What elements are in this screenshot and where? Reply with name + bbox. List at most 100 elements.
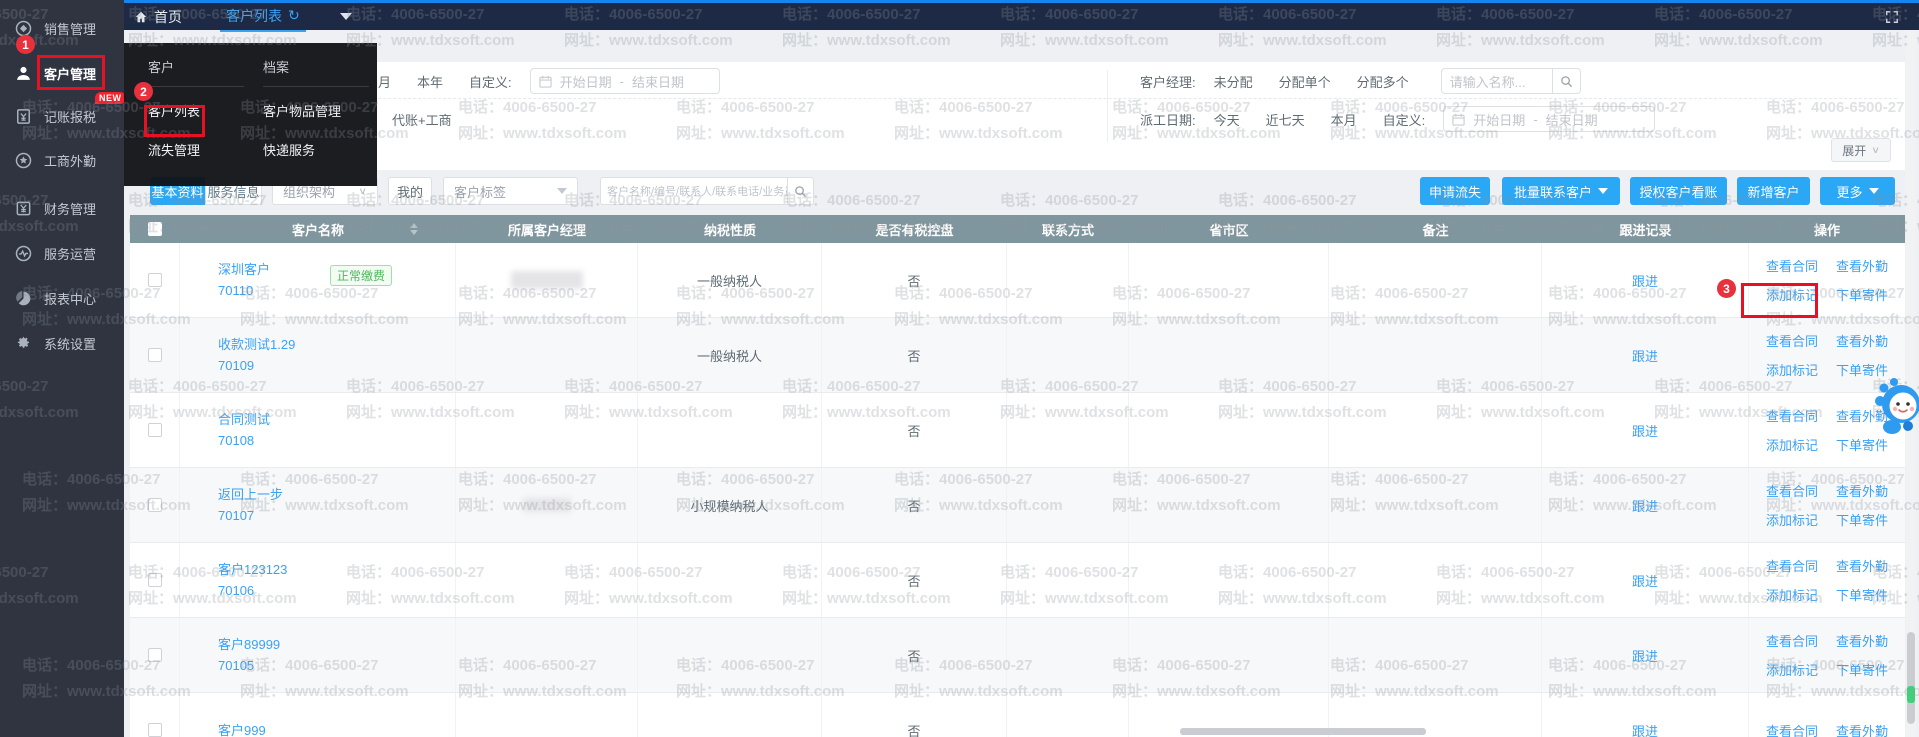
follow-up-link[interactable]: 跟进 [1632,346,1658,365]
follow-up-link[interactable]: 跟进 [1632,271,1658,290]
follow-up-link[interactable]: 跟进 [1632,721,1658,737]
row-checkbox[interactable] [148,348,162,362]
tax-disk-cell: 否 [822,543,1007,617]
contract-date-range-input[interactable]: 开始日期 - 结束日期 [530,68,720,94]
action-link-查看合同[interactable]: 查看合同 [1766,256,1818,275]
manager-opt-multi[interactable]: 分配多个 [1357,72,1409,91]
customer-name-link[interactable]: 收款测试1.29 [218,334,295,355]
action-link-下单寄件[interactable]: 下单寄件 [1836,585,1888,604]
customer-search-input[interactable]: 客户名称/编号/联系人/联系电话/业务员 [600,177,788,205]
action-link-查看合同[interactable]: 查看合同 [1766,481,1818,500]
action-link-下单寄件[interactable]: 下单寄件 [1836,285,1888,304]
action-link-添加标记[interactable]: 添加标记 [1766,585,1818,604]
action-link-添加标记[interactable]: 添加标记 [1766,285,1818,304]
calendar-icon [1452,113,1465,126]
add-customer-button[interactable]: 新增客户 [1737,177,1810,205]
sidebar-item-4[interactable]: 工商外勤 [0,144,124,176]
assistant-mascot-icon[interactable] [1874,374,1919,436]
manager-name-input[interactable]: 请输入名称... [1441,68,1553,94]
customer-name-link[interactable]: 合同测试 [218,409,270,430]
authorize-view-button[interactable]: 授权客户看账 [1630,177,1727,205]
manager-search-button[interactable] [1553,68,1581,94]
tab-customer-list[interactable]: 客户列表 ↻ [220,6,306,28]
action-link-查看外勤[interactable]: 查看外勤 [1836,481,1888,500]
action-link-查看合同[interactable]: 查看合同 [1766,556,1818,575]
action-link-下单寄件[interactable]: 下单寄件 [1836,660,1888,679]
filter-this-year[interactable]: 本年 [417,72,443,91]
sidebar-item-5[interactable]: 财务管理 [0,192,124,224]
action-link-下单寄件[interactable]: 下单寄件 [1836,435,1888,454]
manager-opt-unassigned[interactable]: 未分配 [1214,72,1253,91]
nav-home[interactable]: 首页 [134,7,182,27]
manager-opt-single[interactable]: 分配单个 [1279,72,1331,91]
row-checkbox[interactable] [148,723,162,737]
sidebar-item-2[interactable]: 客户管理 [0,57,124,89]
action-link-添加标记[interactable]: 添加标记 [1766,435,1818,454]
dropdown-arrow-icon [1598,188,1608,194]
customer-code-link[interactable]: 70106 [218,580,254,601]
dispatch-opt-month[interactable]: 本月 [1331,110,1357,129]
action-link-查看外勤[interactable]: 查看外勤 [1836,256,1888,275]
customer-name-link[interactable]: 客户123123 [218,559,287,580]
menu-item-客户物品管理[interactable]: 客户物品管理 [263,101,369,120]
action-link-查看外勤[interactable]: 查看外勤 [1836,721,1888,737]
horizontal-scrollbar-thumb[interactable] [1180,728,1426,735]
menu-item-客户列表[interactable]: 客户列表 [148,101,244,120]
more-button[interactable]: 更多 [1820,177,1895,205]
customer-name-link[interactable]: 客户999 [218,720,266,737]
refresh-icon[interactable]: ↻ [288,7,300,24]
menu-item-快递服务[interactable]: 快递服务 [263,140,369,159]
follow-up-link[interactable]: 跟进 [1632,571,1658,590]
action-link-查看合同[interactable]: 查看合同 [1766,631,1818,650]
vertical-scrollbar-thumb[interactable] [1907,632,1915,724]
customer-code-link[interactable]: 70105 [218,655,254,676]
customer-code-link[interactable]: 70110 [218,280,253,301]
row-checkbox[interactable] [148,573,162,587]
action-link-下单寄件[interactable]: 下单寄件 [1836,510,1888,529]
filter-month-partial[interactable]: 月 [378,72,391,91]
customer-code-link[interactable]: 70108 [218,430,254,451]
action-link-添加标记[interactable]: 添加标记 [1766,510,1818,529]
row-checkbox[interactable] [148,498,162,512]
sidebar-item-7[interactable]: 报表中心 [0,282,124,314]
customer-code-link[interactable]: 70107 [218,505,254,526]
apply-churn-button[interactable]: 申请流失 [1420,177,1490,205]
action-link-查看外勤[interactable]: 查看外勤 [1836,631,1888,650]
action-link-查看外勤[interactable]: 查看外勤 [1836,556,1888,575]
batch-contact-button[interactable]: 批量联系客户 [1502,177,1620,205]
follow-up-link[interactable]: 跟进 [1632,421,1658,440]
dispatch-date-range-input[interactable]: 开始日期 - 结束日期 [1443,106,1655,132]
customer-tag-select[interactable]: 客户标签 [443,177,578,205]
mine-button[interactable]: 我的 [388,177,432,205]
action-link-查看外勤[interactable]: 查看外勤 [1836,331,1888,350]
menu-item-流失管理[interactable]: 流失管理 [148,140,244,159]
sidebar-item-3[interactable]: 记账报税NEW [0,100,124,132]
expand-filters-button[interactable]: 展开 ∨ [1831,138,1891,162]
tab-dropdown-caret-icon[interactable] [340,13,352,20]
dispatch-opt-today[interactable]: 今天 [1214,110,1240,129]
follow-up-link[interactable]: 跟进 [1632,496,1658,515]
customer-code-link[interactable]: 70109 [218,355,254,376]
dispatch-opt-7days[interactable]: 近七天 [1266,110,1305,129]
action-link-查看合同[interactable]: 查看合同 [1766,721,1818,737]
search-button[interactable] [788,177,814,205]
sidebar-item-8[interactable]: 系统设置 [0,327,124,359]
customer-name-link[interactable]: 返回上一步 [218,484,283,505]
row-checkbox[interactable] [148,273,162,287]
sidebar-item-6[interactable]: 服务运营 [0,237,124,269]
action-link-添加标记[interactable]: 添加标记 [1766,360,1818,379]
action-link-查看合同[interactable]: 查看合同 [1766,406,1818,425]
sort-arrows-icon[interactable] [410,223,418,235]
fullscreen-icon[interactable] [1885,10,1899,24]
sidebar-item-1[interactable]: 销售管理 [0,12,124,44]
customer-name-link[interactable]: 客户89999 [218,634,280,655]
action-link-添加标记[interactable]: 添加标记 [1766,660,1818,679]
action-link-查看合同[interactable]: 查看合同 [1766,331,1818,350]
follow-up-link[interactable]: 跟进 [1632,646,1658,665]
scrollbar-green-marker [1907,686,1915,703]
filter-service-type[interactable]: 代账+工商 [392,110,452,129]
customer-name-link[interactable]: 深圳客户 [218,259,270,280]
select-all-checkbox[interactable] [148,222,162,236]
row-checkbox[interactable] [148,423,162,437]
row-checkbox[interactable] [148,648,162,662]
